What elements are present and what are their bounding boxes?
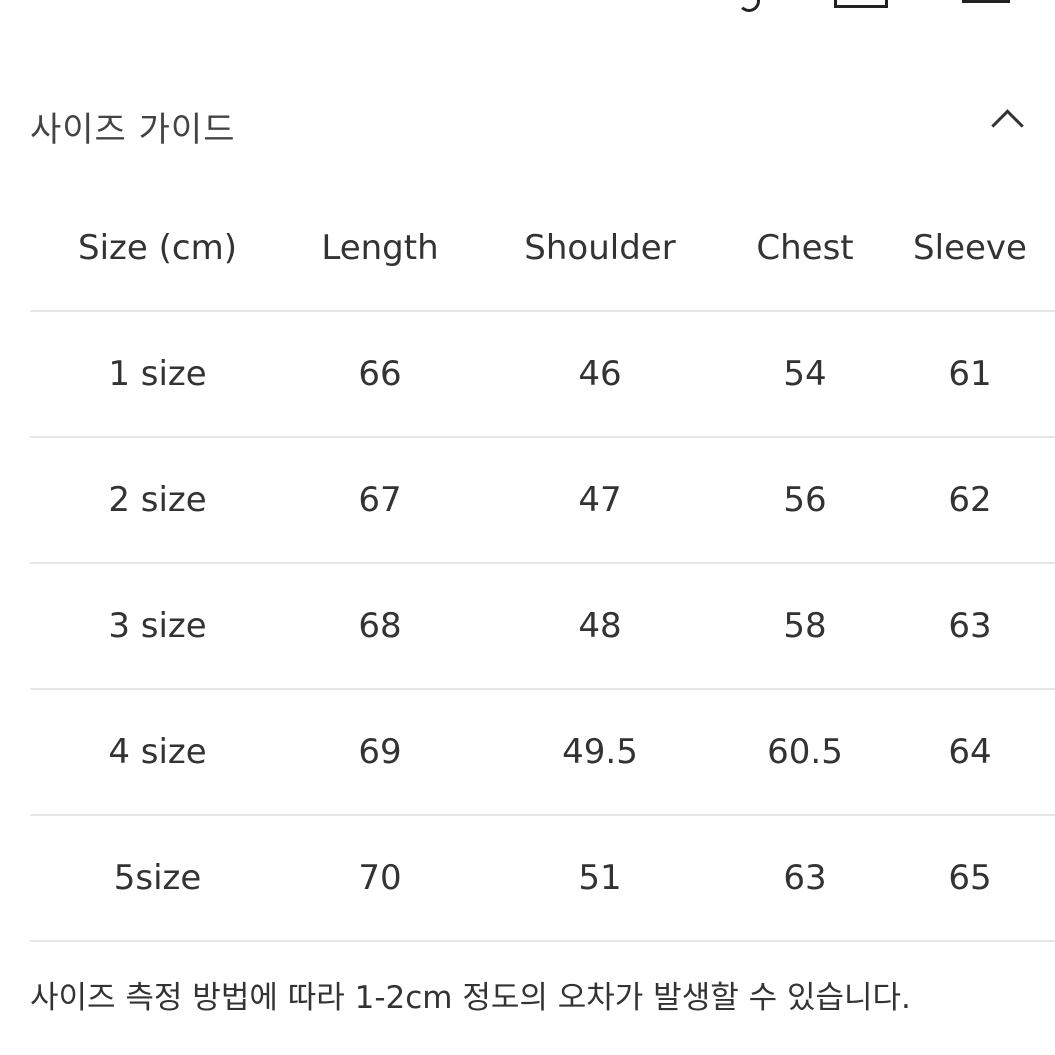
column-header: Size (cm) [78,227,237,268]
column-header: Chest [756,227,854,268]
table-header-row: Size (cm) Length Shoulder Chest Sleeve [30,185,1055,311]
table-cell: 64 [948,732,992,772]
column-header: Length [321,227,439,268]
size-table: Size (cm) Length Shoulder Chest Sleeve 1… [30,185,1055,942]
table-cell: 49.5 [562,732,638,772]
chevron-up-icon[interactable] [991,109,1024,142]
size-guide-title[interactable]: 사이즈 가이드 [30,102,236,151]
table-cell: 2 size [108,480,207,520]
column-header: Shoulder [524,227,676,268]
measurement-note: 사이즈 측정 방법에 따라 1-2cm 정도의 오차가 발생할 수 있습니다. [30,980,911,1016]
table-cell: 61 [948,354,992,394]
table-cell: 54 [783,354,827,394]
brand-logo[interactable] [30,0,280,4]
table-cell: 63 [948,606,992,646]
table-row: 1 size 66 46 54 61 [30,311,1055,437]
table-cell: 68 [358,606,402,646]
table-cell: 69 [358,732,402,772]
shopping-bag-icon[interactable] [834,0,888,8]
search-icon[interactable] [738,0,760,12]
table-cell: 67 [358,480,402,520]
table-row: 5size 70 51 63 65 [30,815,1055,941]
table-cell: 1 size [108,354,207,394]
top-navigation-bar [0,0,1055,12]
table-row: 4 size 69 49.5 60.5 64 [30,689,1055,815]
table-cell: 60.5 [767,732,843,772]
menu-icon[interactable] [962,0,1010,3]
table-cell: 56 [783,480,827,520]
table-cell: 51 [578,858,622,898]
table-cell: 5size [113,858,202,898]
table-cell: 46 [578,354,622,394]
table-cell: 3 size [108,606,207,646]
table-cell: 58 [783,606,827,646]
table-cell: 63 [783,858,827,898]
table-cell: 47 [578,480,622,520]
table-row: 2 size 67 47 56 62 [30,437,1055,563]
table-cell: 4 size [108,732,207,772]
table-cell: 62 [948,480,992,520]
table-cell: 66 [358,354,402,394]
table-row: 3 size 68 48 58 63 [30,563,1055,689]
column-header: Sleeve [913,227,1027,268]
table-cell: 65 [948,858,992,898]
table-cell: 70 [358,858,402,898]
table-cell: 48 [578,606,622,646]
